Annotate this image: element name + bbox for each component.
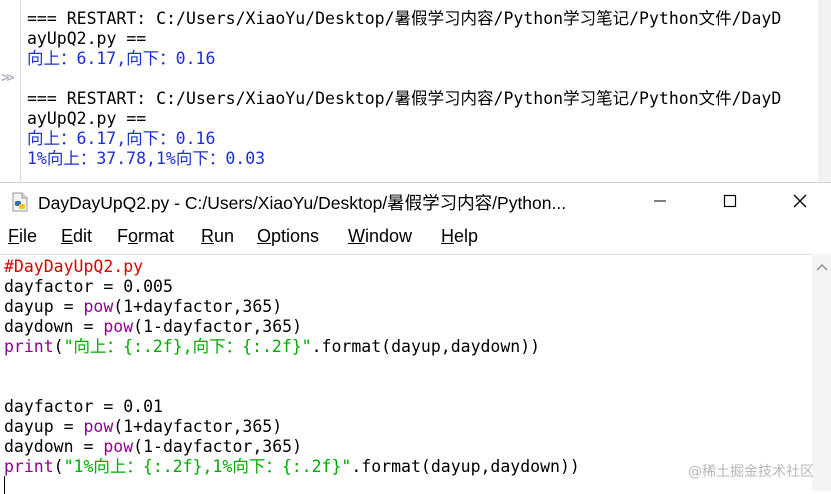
shell-output-line: 1%向上：37.78,1%向下：0.03 (27, 149, 266, 168)
code-line-9: dayup = pow(1+dayfactor,365) (4, 417, 282, 437)
minimize-icon (654, 200, 666, 202)
code-text: ( (53, 337, 64, 356)
code-line-3: dayup = pow(1+dayfactor,365) (4, 297, 282, 317)
code-text: dayup = (4, 297, 84, 316)
menu-label-rest: elp (454, 226, 479, 246)
code-string: "向上：{:.2f},向下：{:.2f}" (63, 337, 312, 356)
menu-label-rest: rmat (138, 226, 175, 246)
menu-mnemonic: H (441, 226, 454, 246)
shell-restart-line-cont: ayUpQ2.py == (27, 109, 147, 128)
code-builtin: print (4, 457, 54, 476)
menu-edit[interactable]: Edit (61, 226, 92, 247)
menu-label-rest: dit (73, 226, 93, 246)
code-builtin: pow (103, 437, 134, 456)
menu-label-pre: F (117, 226, 128, 246)
code-text: .format(dayup,daydown)) (351, 457, 580, 476)
menu-mnemonic: O (257, 226, 272, 246)
code-text: (1+dayfactor,365) (113, 297, 283, 316)
code-editor-text-area[interactable]: #DayDayUpQ2.py dayfactor = 0.005 dayup =… (0, 254, 812, 492)
code-builtin: pow (83, 417, 114, 436)
code-line-1: #DayDayUpQ2.py (4, 257, 143, 277)
menu-mnemonic: F (8, 226, 19, 246)
code-text: (1-dayfactor,365) (133, 317, 303, 336)
code-line-11: print("1%向上：{:.2f},1%向下：{:.2f}".format(d… (4, 457, 580, 477)
menu-mnemonic: R (201, 226, 214, 246)
shell-restart-line: === RESTART: C:/Users/XiaoYu/Desktop/暑假学… (27, 89, 782, 108)
shell-prompt-marker: >> (1, 70, 15, 86)
code-builtin: pow (103, 317, 134, 336)
menu-label-rest: ile (19, 226, 38, 246)
maximize-button[interactable] (700, 183, 760, 219)
shell-scrollbar[interactable] (818, 0, 831, 182)
python-file-icon (12, 192, 28, 212)
watermark: @稀土掘金技术社区 (688, 464, 814, 480)
code-line-4: daydown = pow(1-dayfactor,365) (4, 317, 302, 337)
menu-label-rest: indow (365, 226, 413, 246)
idle-shell-window: >> === RESTART: C:/Users/XiaoYu/Desktop/… (0, 0, 831, 182)
menu-help[interactable]: Help (441, 226, 478, 247)
editor-titlebar[interactable]: DayDayUpQ2.py - C:/Users/XiaoYu/Desktop/… (0, 183, 831, 219)
code-builtin: pow (83, 297, 114, 316)
editor-scrollbar[interactable] (812, 254, 831, 491)
menu-run[interactable]: Run (201, 226, 234, 247)
menu-format[interactable]: Format (117, 226, 174, 247)
window-title: DayDayUpQ2.py - C:/Users/XiaoYu/Desktop/… (38, 193, 567, 213)
menu-options[interactable]: Options (257, 226, 319, 247)
close-button[interactable] (770, 183, 830, 219)
code-text: ( (53, 457, 64, 476)
text-cursor (4, 476, 5, 494)
code-string: "1%向上：{:.2f},1%向下：{:.2f}" (63, 457, 352, 476)
shell-output-line: 向上：6.17,向下：0.16 (27, 49, 216, 68)
menu-file[interactable]: File (8, 226, 37, 247)
code-text: dayup = (4, 417, 84, 436)
menu-mnemonic: W (348, 226, 365, 246)
code-text: daydown = (4, 437, 104, 456)
code-line-5: print("向上：{:.2f},向下：{:.2f}".format(dayup… (4, 337, 540, 357)
code-text: (1+dayfactor,365) (113, 417, 283, 436)
editor-window: DayDayUpQ2.py - C:/Users/XiaoYu/Desktop/… (0, 182, 831, 494)
code-line-8: dayfactor = 0.01 (4, 397, 163, 416)
scroll-up-arrow-icon[interactable] (816, 262, 828, 272)
shell-restart-line-cont: ayUpQ2.py == (27, 29, 147, 48)
menu-bar: File Edit Format Run Options Window Help (0, 221, 831, 253)
menu-label-rest: un (214, 226, 235, 246)
code-text: .format(dayup,daydown)) (311, 337, 541, 356)
shell-output-line: 向上：6.17,向下：0.16 (27, 129, 216, 148)
menu-window[interactable]: Window (348, 226, 412, 247)
menu-mnemonic: E (61, 226, 74, 246)
code-text: daydown = (4, 317, 104, 336)
code-builtin: print (4, 337, 54, 356)
minimize-button[interactable] (630, 183, 690, 219)
code-comment: #DayDayUpQ2.py (4, 257, 144, 276)
menu-label-rest: ptions (271, 226, 320, 246)
code-line-10: daydown = pow(1-dayfactor,365) (4, 437, 302, 457)
maximize-icon (723, 194, 737, 208)
menu-mnemonic: o (128, 226, 139, 246)
close-icon (793, 194, 807, 208)
code-text: (1-dayfactor,365) (133, 437, 303, 456)
shell-restart-line: === RESTART: C:/Users/XiaoYu/Desktop/暑假学… (27, 9, 782, 28)
code-line-2: dayfactor = 0.005 (4, 277, 173, 296)
shell-prompt-gutter: >> (0, 0, 21, 182)
